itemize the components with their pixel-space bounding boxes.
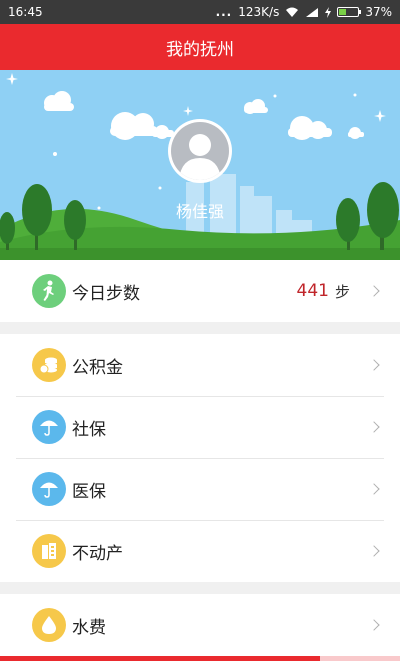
status-time: 16:45 — [8, 5, 43, 19]
page-title: 我的抚州 — [166, 39, 234, 60]
coins-icon — [32, 348, 66, 382]
menu-item-housing-fund[interactable]: 公积金 — [0, 334, 400, 396]
steps-value: 441 — [296, 281, 329, 301]
signal-icon — [306, 7, 319, 17]
menu-item-label: 社保 — [72, 419, 106, 440]
notification-dots: ... — [215, 5, 233, 19]
menu-item-label: 公积金 — [72, 357, 123, 378]
building-icon — [32, 534, 66, 568]
default-user-icon — [171, 122, 229, 180]
menu-item-medical-insurance[interactable]: 医保 — [0, 458, 400, 520]
menu-item-real-estate[interactable]: 不动产 — [0, 520, 400, 582]
menu-item-water-bill[interactable]: 水费 — [0, 594, 400, 656]
profile-name: 杨佳强 — [175, 202, 224, 221]
status-indicators: ... 123K/s 37% — [216, 5, 392, 19]
umbrella-icon — [32, 472, 66, 506]
menu-item-label: 不动产 — [72, 543, 123, 564]
chevron-right-icon — [368, 285, 380, 297]
menu-item-label: 医保 — [72, 481, 106, 502]
battery-icon — [337, 7, 362, 17]
walking-icon — [32, 274, 66, 308]
bottom-accent-bar-light — [320, 656, 400, 661]
steps-unit: 步 — [334, 282, 350, 301]
ground — [0, 248, 400, 260]
battery-fill — [339, 9, 346, 15]
steps-label: 今日步数 — [72, 283, 140, 304]
steps-row[interactable]: 今日步数 441 步 — [0, 260, 400, 322]
wifi-icon — [286, 7, 299, 17]
utilities-group: 水费 — [0, 594, 400, 656]
status-bar: 16:45 ... 123K/s 37% — [0, 0, 400, 24]
menu-item-social-security[interactable]: 社保 — [0, 396, 400, 458]
profile-banner: 杨佳强 — [0, 70, 400, 260]
menu-item-label: 水费 — [72, 617, 106, 638]
water-drop-icon — [32, 608, 66, 642]
umbrella-icon — [32, 410, 66, 444]
avatar[interactable] — [168, 119, 232, 183]
charging-icon — [325, 6, 332, 18]
title-bar: 我的抚州 — [0, 24, 400, 70]
battery-percent: 37% — [365, 5, 392, 19]
person-silhouette-icon — [179, 134, 221, 180]
network-speed: 123K/s — [238, 5, 280, 19]
services-group: 公积金 社保 医保 不动产 — [0, 334, 400, 582]
steps-group: 今日步数 441 步 — [0, 260, 400, 322]
